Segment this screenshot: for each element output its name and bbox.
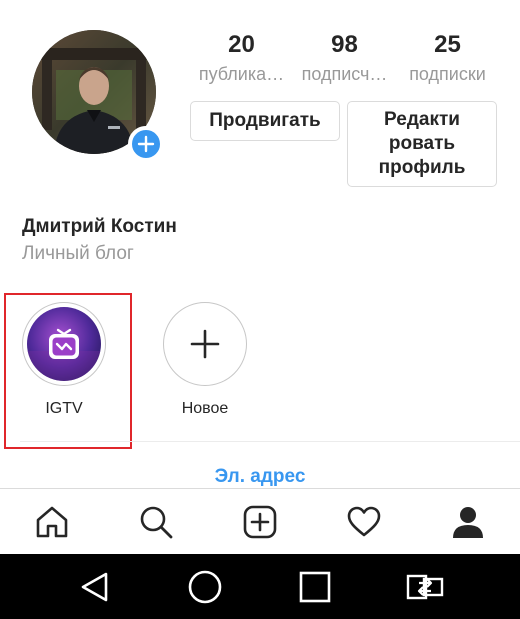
following-label: подписки xyxy=(409,64,486,84)
heart-icon xyxy=(347,506,381,536)
posts-stat[interactable]: 20 публика… xyxy=(190,30,293,88)
tab-home[interactable] xyxy=(22,492,82,552)
add-story-button[interactable] xyxy=(128,126,164,162)
plus-icon xyxy=(190,329,220,359)
followers-count: 98 xyxy=(331,31,358,58)
igtv-icon xyxy=(27,307,101,381)
new-post-icon xyxy=(243,505,277,538)
followers-stat[interactable]: 98 подписч… xyxy=(293,30,396,88)
avatar[interactable] xyxy=(32,30,164,162)
bottom-tab-bar xyxy=(0,488,520,554)
highlight-new[interactable]: Новое xyxy=(155,302,255,418)
profile-header: 20 публика… 98 подписч… 25 подписки Прод… xyxy=(0,0,520,490)
home-icon xyxy=(36,506,68,537)
profile-name: Дмитрий Костин xyxy=(22,216,177,237)
following-count: 25 xyxy=(434,31,461,58)
screen-rotate-button[interactable] xyxy=(395,557,455,617)
email-link[interactable]: Эл. адрес xyxy=(0,466,520,488)
recents-button[interactable] xyxy=(285,557,345,617)
divider xyxy=(20,441,520,442)
highlight-label: Новое xyxy=(181,400,229,417)
new-highlight-circle xyxy=(163,302,247,386)
tab-activity[interactable] xyxy=(334,492,394,552)
profile-category: Личный блог xyxy=(22,243,134,264)
highlight-cover xyxy=(22,302,106,386)
profile-stats: 20 публика… 98 подписч… 25 подписки xyxy=(190,30,500,88)
posts-count: 20 xyxy=(228,31,255,58)
back-icon xyxy=(81,572,108,601)
promote-button[interactable]: Продвигать xyxy=(190,101,340,141)
tab-profile[interactable] xyxy=(438,492,498,552)
tab-search[interactable] xyxy=(126,492,186,552)
highlight-igtv[interactable]: IGTV xyxy=(14,302,114,418)
home-circle-icon xyxy=(188,570,222,603)
home-button[interactable] xyxy=(175,557,235,617)
plus-icon xyxy=(137,135,155,153)
igtv-cover xyxy=(27,307,101,381)
followers-label: подписч… xyxy=(301,64,388,84)
posts-label: публика… xyxy=(198,64,285,84)
recents-icon xyxy=(299,571,331,602)
search-icon xyxy=(140,506,173,538)
highlight-label: IGTV xyxy=(45,400,83,417)
following-stat[interactable]: 25 подписки xyxy=(396,30,499,88)
edit-profile-button[interactable]: Редакти ровать профиль xyxy=(347,101,497,187)
screen-rotate-icon xyxy=(406,574,444,599)
profile-icon xyxy=(453,506,483,538)
system-nav-bar xyxy=(0,554,520,619)
tab-new-post[interactable] xyxy=(230,492,290,552)
back-button[interactable] xyxy=(65,557,125,617)
